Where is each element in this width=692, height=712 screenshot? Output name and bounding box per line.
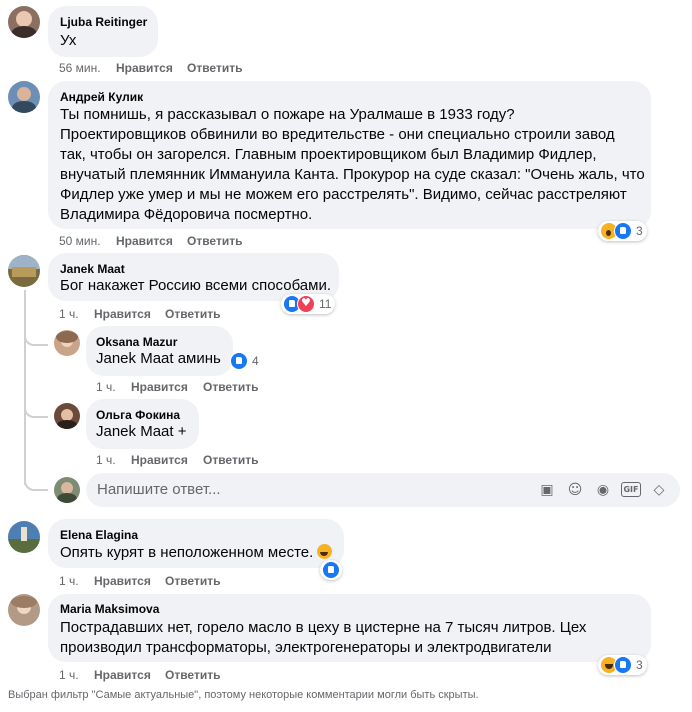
reactions-summary[interactable]: [320, 560, 342, 580]
reply-author[interactable]: Oksana Mazur: [96, 335, 177, 349]
laughing-emoji-icon: [317, 544, 333, 559]
like-reaction-icon: [614, 222, 632, 240]
sticker-icon[interactable]: ▣: [539, 482, 555, 498]
comment-text-line: Фидлер уже умер и мы не можем его расстр…: [60, 186, 627, 203]
filter-notice: Выбран фильтр "Самые актуальные", поэтом…: [8, 689, 479, 701]
reply-text: Janek Maat +: [96, 422, 186, 442]
reaction-count: 4: [252, 354, 259, 368]
emoji-icon[interactable]: ☺: [567, 482, 583, 498]
comment-author[interactable]: Андрей Кулик: [60, 90, 143, 104]
reply-button[interactable]: Ответить: [165, 668, 220, 682]
thread-branch: [24, 475, 48, 491]
like-reaction-icon: [614, 656, 632, 674]
comment-time[interactable]: 1 ч.: [59, 307, 79, 321]
mention-link[interactable]: Janek Maat: [96, 350, 174, 367]
avatar[interactable]: [8, 521, 40, 553]
avatar[interactable]: [8, 255, 40, 287]
reactions-summary[interactable]: 3: [598, 221, 647, 241]
current-user-avatar[interactable]: [54, 477, 80, 503]
comment-time[interactable]: 1 ч.: [59, 574, 79, 588]
comment-body: Опять курят в неположенном месте.: [60, 544, 314, 561]
comment-author[interactable]: Janek Maat: [60, 262, 125, 276]
reactions-summary[interactable]: 11: [281, 294, 336, 314]
avatar[interactable]: [8, 6, 40, 38]
reply-button[interactable]: Ответить: [165, 307, 220, 321]
reply-time[interactable]: 1 ч.: [96, 380, 116, 394]
camera-icon[interactable]: ◉: [595, 482, 611, 498]
like-button[interactable]: Нравится: [94, 668, 151, 682]
reply-body: аминь: [177, 350, 221, 367]
avatar[interactable]: [8, 594, 40, 626]
like-button[interactable]: Нравится: [116, 234, 173, 248]
like-button[interactable]: Нравится: [131, 380, 188, 394]
reply-button[interactable]: Ответить: [165, 574, 220, 588]
avatar[interactable]: [54, 330, 80, 356]
comment-text-line: Владимира Фёдоровича посмертно.: [60, 206, 313, 223]
comment-text-line: Пострадавших нет, горело масло в цеху в …: [60, 619, 587, 636]
comment-text: Бог накажет Россию всеми способами.: [60, 277, 332, 294]
comment-text-line: Ты помнишь, я рассказывал о пожаре на Ур…: [60, 106, 515, 123]
reactions-summary[interactable]: 3: [598, 655, 647, 675]
thread-branch: [24, 330, 48, 346]
comment-author[interactable]: Ljuba Reitinger: [60, 15, 147, 29]
mention-link[interactable]: Janek Maat: [96, 423, 174, 440]
gif-icon[interactable]: GIF: [621, 482, 641, 497]
like-reaction-icon: [322, 561, 340, 579]
reply-button[interactable]: Ответить: [187, 234, 242, 248]
reply-button[interactable]: Ответить: [203, 453, 258, 467]
like-button[interactable]: Нравится: [131, 453, 188, 467]
avatar[interactable]: [54, 403, 80, 429]
reaction-count: 3: [636, 658, 643, 672]
comment-text-line: внучатый племянник Иммануила Канта. Прок…: [60, 166, 645, 183]
reactions-summary[interactable]: 4: [228, 351, 263, 371]
reply-body: +: [177, 423, 187, 440]
reaction-count: 3: [636, 224, 643, 238]
comment-text-line: производил трансформаторы, электрогенера…: [60, 639, 552, 656]
reply-author[interactable]: Ольга Фокина: [96, 408, 180, 422]
comment-text-line: так, чтобы он загорелся. Главным проекти…: [60, 146, 597, 163]
like-button[interactable]: Нравится: [94, 574, 151, 588]
sticker-pack-icon[interactable]: ◇: [651, 482, 667, 498]
like-button[interactable]: Нравится: [94, 307, 151, 321]
comment-time[interactable]: 1 ч.: [59, 668, 79, 682]
avatar[interactable]: [8, 81, 40, 113]
comment-author[interactable]: Elena Elagina: [60, 528, 138, 542]
comment-text-line: Проектировщиков обвинили во вредительств…: [60, 126, 615, 143]
reply-text: Janek Maat аминь: [96, 349, 221, 369]
comment-author[interactable]: Maria Maksimova: [60, 602, 159, 616]
reply-time[interactable]: 1 ч.: [96, 453, 116, 467]
comment-text: Ух: [60, 32, 77, 49]
thread-branch: [24, 402, 48, 418]
comment-text: Опять курят в неположенном месте.: [60, 543, 333, 563]
reply-button[interactable]: Ответить: [203, 380, 258, 394]
reply-button[interactable]: Ответить: [187, 61, 242, 75]
reply-input[interactable]: Напишите ответ...: [97, 481, 221, 498]
thread-line: [24, 290, 26, 485]
reaction-count: 11: [319, 297, 332, 311]
love-reaction-icon: [297, 295, 315, 313]
comment-time[interactable]: 56 мин.: [59, 61, 101, 75]
like-button[interactable]: Нравится: [116, 61, 173, 75]
like-reaction-icon: [230, 352, 248, 370]
comment-time[interactable]: 50 мин.: [59, 234, 101, 248]
